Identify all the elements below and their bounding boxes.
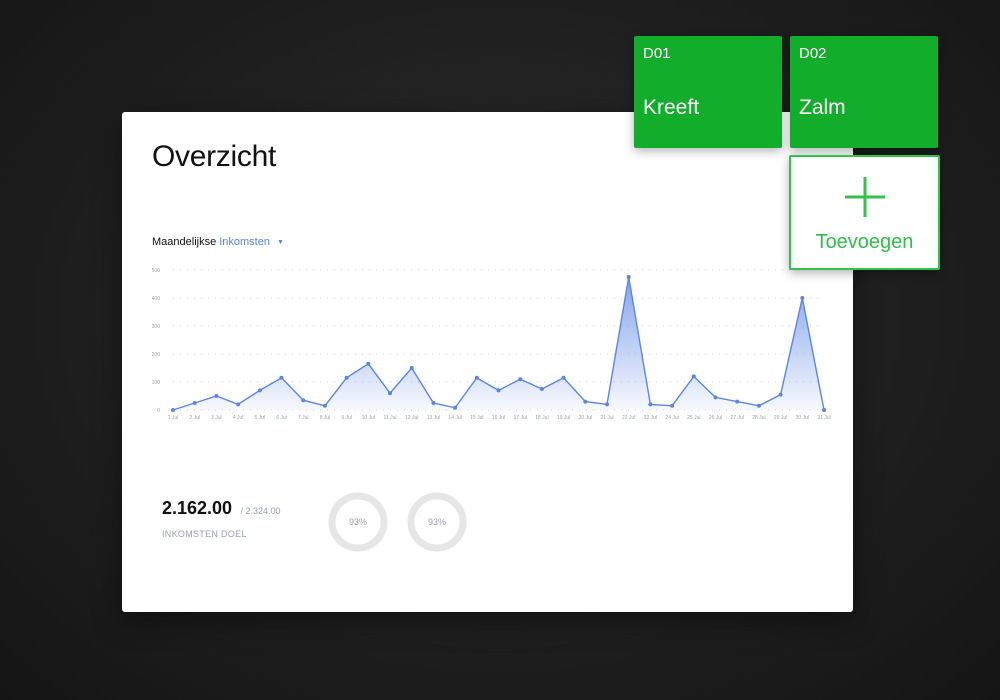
data-point	[301, 398, 306, 403]
x-tick-label: 5 Jul	[255, 415, 266, 421]
data-point	[236, 402, 241, 407]
data-point	[409, 366, 414, 370]
tile-d02[interactable]: D02 Zalm	[790, 36, 938, 148]
y-tick-label: 100	[152, 380, 161, 386]
data-point	[366, 361, 371, 366]
income-stats: 2.162.00 / 2.324.00 INKOMSTEN DOEL	[162, 498, 281, 539]
data-point	[583, 399, 588, 404]
data-point	[800, 296, 805, 300]
page-title: Overzicht	[152, 140, 276, 173]
data-point	[822, 408, 826, 412]
data-point	[344, 375, 349, 380]
data-point	[605, 402, 609, 407]
x-tick-label: 2 Jul	[189, 415, 200, 421]
x-tick-label: 27 Jul	[731, 415, 744, 421]
donut-1-label: 93%	[348, 517, 367, 527]
tile-d02-name: Zalm	[799, 96, 846, 119]
x-tick-label: 26 Jul	[709, 415, 722, 421]
x-tick-label: 11 Jul	[384, 415, 397, 421]
x-tick-label: 13 Jul	[427, 415, 440, 421]
income-chart: 500 400 300 200 100 0 1 Jul 2 Jul 3 Jul 4 Jul 5 Ju…	[152, 268, 831, 421]
x-tick-label: 14 Jul	[448, 415, 461, 421]
x-tick-label: 18 Jul	[535, 415, 548, 421]
plus-icon	[845, 177, 885, 217]
data-point	[670, 403, 675, 408]
data-point	[648, 402, 653, 407]
x-tick-label: 1 Jul	[168, 415, 179, 421]
x-tick-label: 25 Jul	[687, 415, 700, 421]
data-point	[539, 387, 544, 391]
x-tick-label: 17 Jul	[514, 415, 527, 421]
data-point	[518, 377, 523, 382]
x-tick-label: 21 Jul	[600, 415, 613, 421]
caret-down-icon: ▼	[276, 238, 284, 246]
add-tile-label: Toevoegen	[815, 231, 914, 253]
data-point	[453, 405, 458, 410]
data-point	[756, 403, 761, 408]
x-tick-label: 20 Jul	[579, 415, 592, 421]
data-point	[691, 374, 696, 379]
tile-d01-name: Kreeft	[643, 96, 700, 119]
x-tick-label: 10 Jul	[362, 415, 375, 421]
y-tick-label: 0	[157, 408, 160, 414]
data-point	[322, 403, 327, 408]
data-point	[257, 388, 262, 393]
x-tick-label: 4 Jul	[233, 415, 244, 421]
x-tick-label: 3 Jul	[211, 415, 222, 421]
x-tick-label: 8 Jul	[320, 415, 331, 421]
income-goal-label: INKOMSTEN DOEL	[162, 529, 247, 539]
overview-card: Overzicht Maandelijkse Inkomsten ▼ 500 40…	[122, 112, 853, 612]
y-tick-label: 400	[152, 296, 161, 302]
donut-chart-2: 93%	[405, 490, 469, 554]
y-tick-label: 300	[152, 324, 161, 330]
y-tick-label: 200	[152, 352, 161, 358]
metric-selector[interactable]: Maandelijkse Inkomsten ▼	[152, 236, 284, 248]
data-point	[713, 395, 718, 400]
x-tick-label: 16 Jul	[492, 415, 505, 421]
donut-2-label: 93%	[427, 517, 446, 527]
data-point	[735, 399, 740, 404]
data-point	[279, 375, 284, 380]
x-tick-label: 7 Jul	[298, 415, 309, 421]
income-target: / 2.324.00	[240, 506, 281, 516]
data-point	[192, 401, 197, 405]
x-tick-label: 23 Jul	[644, 415, 657, 421]
tile-d01-code: D01	[643, 45, 671, 62]
data-point	[778, 392, 783, 397]
data-point	[474, 375, 479, 380]
data-point	[561, 375, 566, 380]
data-point	[626, 275, 631, 279]
data-point	[171, 408, 175, 412]
income-value: 2.162.00	[162, 498, 233, 518]
data-point	[388, 391, 392, 396]
x-tick-label: 19 Jul	[557, 415, 570, 421]
x-tick-label: 12 Jul	[405, 415, 418, 421]
data-point	[496, 388, 501, 393]
x-tick-label: 28 Jul	[752, 415, 765, 421]
donut-chart-1: 93%	[326, 490, 390, 554]
x-tick-label: 15 Jul	[470, 415, 483, 421]
tile-d01[interactable]: D01 Kreeft	[634, 36, 782, 148]
tile-d02-code: D02	[799, 45, 827, 62]
metric-selector-value: Inkomsten	[219, 236, 270, 248]
x-tick-label: 30 Jul	[796, 415, 809, 421]
x-tick-label: 22 Jul	[622, 415, 635, 421]
metric-selector-prefix: Maandelijkse	[152, 236, 217, 248]
x-tick-label: 6 Jul	[276, 415, 287, 421]
data-point	[431, 401, 436, 405]
x-tick-label: 31 Jul	[817, 415, 830, 421]
y-tick-label: 500	[152, 268, 161, 274]
add-tile-button[interactable]: Toevoegen	[789, 155, 940, 270]
x-tick-label: 9 Jul	[341, 415, 352, 421]
x-tick-label: 29 Jul	[774, 415, 787, 421]
data-point	[214, 394, 219, 398]
x-tick-label: 24 Jul	[665, 415, 678, 421]
